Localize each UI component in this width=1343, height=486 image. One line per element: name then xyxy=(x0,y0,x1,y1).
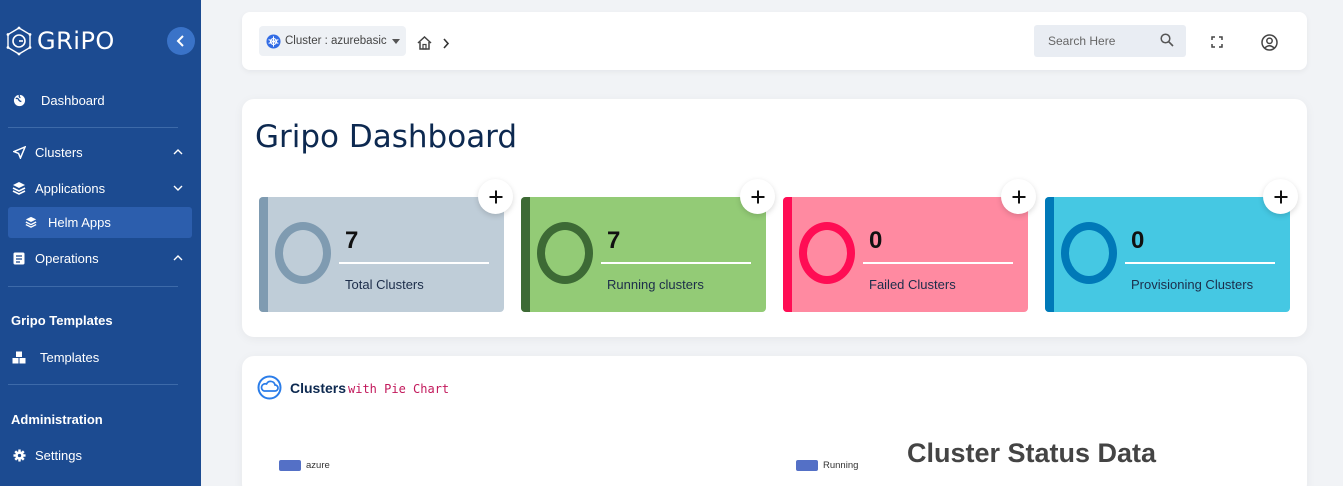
stat-label: Total Clusters xyxy=(345,277,424,292)
sidebar-item-label: Operations xyxy=(35,250,99,266)
fullscreen-icon[interactable] xyxy=(1208,33,1226,51)
legend-item-running[interactable]: Running xyxy=(796,460,858,471)
add-running-clusters-button[interactable] xyxy=(740,179,775,214)
sidebar-item-label: Helm Apps xyxy=(48,215,111,230)
sidebar: GRiPO Dashboard Clusters Applications He… xyxy=(0,0,201,486)
breadcrumb-chevron-right-icon xyxy=(437,34,455,52)
stat-card-total-clusters[interactable]: 7 Total Clusters xyxy=(259,197,504,312)
plus-icon xyxy=(1274,190,1287,203)
stat-card-accent-bar xyxy=(259,197,268,312)
gear-icon xyxy=(12,448,26,462)
chevron-up-icon xyxy=(173,149,183,155)
stat-value: 0 xyxy=(869,227,883,254)
sidebar-item-label: Templates xyxy=(40,349,100,365)
add-failed-clusters-button[interactable] xyxy=(1001,179,1036,214)
stat-card-accent-bar xyxy=(521,197,530,312)
clusters-card-title: Clusters xyxy=(290,380,347,396)
page-title: Gripo Dashboard xyxy=(255,119,518,155)
sidebar-item-label: Dashboard xyxy=(41,92,105,108)
cubes-icon xyxy=(12,350,26,364)
search-box xyxy=(1034,25,1186,57)
caret-down-icon xyxy=(391,38,400,44)
stat-ring xyxy=(537,222,593,284)
legend-item-azure[interactable]: azure xyxy=(279,460,330,471)
stat-value: 7 xyxy=(345,227,359,254)
stat-divider xyxy=(1125,262,1275,264)
divider xyxy=(8,127,178,128)
section-heading-administration: Administration xyxy=(11,412,103,427)
stat-ring xyxy=(1061,222,1117,284)
home-icon[interactable] xyxy=(415,34,433,52)
sidebar-item-label: Clusters xyxy=(35,144,83,160)
cloud-icon xyxy=(257,375,282,400)
stat-card-failed-clusters[interactable]: 0 Failed Clusters xyxy=(783,197,1028,312)
user-account-icon[interactable] xyxy=(1260,33,1278,51)
sidebar-item-helm-apps[interactable]: Helm Apps xyxy=(8,207,192,238)
cluster-select-label: Cluster : azurebasic xyxy=(285,35,387,47)
kubernetes-icon xyxy=(266,33,281,49)
send-icon xyxy=(12,145,26,159)
sidebar-item-operations[interactable]: Operations xyxy=(0,243,201,273)
logo-text: GRiPO xyxy=(37,27,115,55)
stat-card-accent-bar xyxy=(783,197,792,312)
legend-label: azure xyxy=(306,460,330,471)
clusters-card: Clusters with Pie Chart azure Running Cl… xyxy=(242,356,1307,486)
divider xyxy=(8,384,178,385)
stat-divider xyxy=(601,262,751,264)
plus-icon xyxy=(489,190,502,203)
legend-swatch xyxy=(279,460,301,471)
sidebar-item-label: Applications xyxy=(35,180,106,196)
top-bar: Cluster : azurebasic xyxy=(242,12,1307,70)
logo[interactable]: GRiPO xyxy=(4,26,115,56)
stat-label: Provisioning Clusters xyxy=(1131,277,1254,292)
add-total-clusters-button[interactable] xyxy=(478,179,513,214)
clusters-card-subtitle: with Pie Chart xyxy=(348,382,450,396)
stat-card-accent-bar xyxy=(1045,197,1054,312)
document-icon xyxy=(12,251,26,265)
stat-label: Running clusters xyxy=(607,277,704,292)
stat-divider xyxy=(863,262,1013,264)
sidebar-item-clusters[interactable]: Clusters xyxy=(0,137,201,167)
layers-icon xyxy=(12,181,26,195)
plus-icon xyxy=(751,190,764,203)
dashboard-card: Gripo Dashboard 7 Total Clusters 7 Runni… xyxy=(242,99,1307,337)
sidebar-item-settings[interactable]: Settings xyxy=(0,440,201,470)
sidebar-item-templates[interactable]: Templates xyxy=(0,342,201,372)
stat-value: 7 xyxy=(607,227,621,254)
collapse-sidebar-button[interactable] xyxy=(167,27,195,55)
stat-value: 0 xyxy=(1131,227,1145,254)
chevron-left-icon xyxy=(176,35,184,47)
cluster-status-title: Cluster Status Data xyxy=(907,438,1157,468)
gripo-logo-icon xyxy=(6,26,32,56)
cluster-select[interactable]: Cluster : azurebasic xyxy=(259,26,406,56)
plus-icon xyxy=(1012,190,1025,203)
section-heading-gripo-templates: Gripo Templates xyxy=(11,313,113,328)
stat-card-running-clusters[interactable]: 7 Running clusters xyxy=(521,197,766,312)
stat-label: Failed Clusters xyxy=(869,277,956,292)
stat-divider xyxy=(339,262,489,264)
chevron-down-icon xyxy=(173,185,183,191)
layers-icon xyxy=(25,216,37,231)
add-provisioning-clusters-button[interactable] xyxy=(1263,179,1298,214)
sidebar-item-dashboard[interactable]: Dashboard xyxy=(0,85,201,115)
search-icon[interactable] xyxy=(1160,33,1174,47)
sidebar-item-applications[interactable]: Applications xyxy=(0,173,201,203)
stat-ring xyxy=(799,222,855,284)
chevron-up-icon xyxy=(173,255,183,261)
legend-label: Running xyxy=(823,460,859,471)
divider xyxy=(8,286,178,287)
sidebar-item-label: Settings xyxy=(35,447,82,463)
legend-swatch xyxy=(796,460,818,471)
stat-ring xyxy=(275,222,331,284)
globe-icon xyxy=(12,93,26,107)
stat-card-provisioning-clusters[interactable]: 0 Provisioning Clusters xyxy=(1045,197,1290,312)
search-input[interactable] xyxy=(1048,34,1158,48)
